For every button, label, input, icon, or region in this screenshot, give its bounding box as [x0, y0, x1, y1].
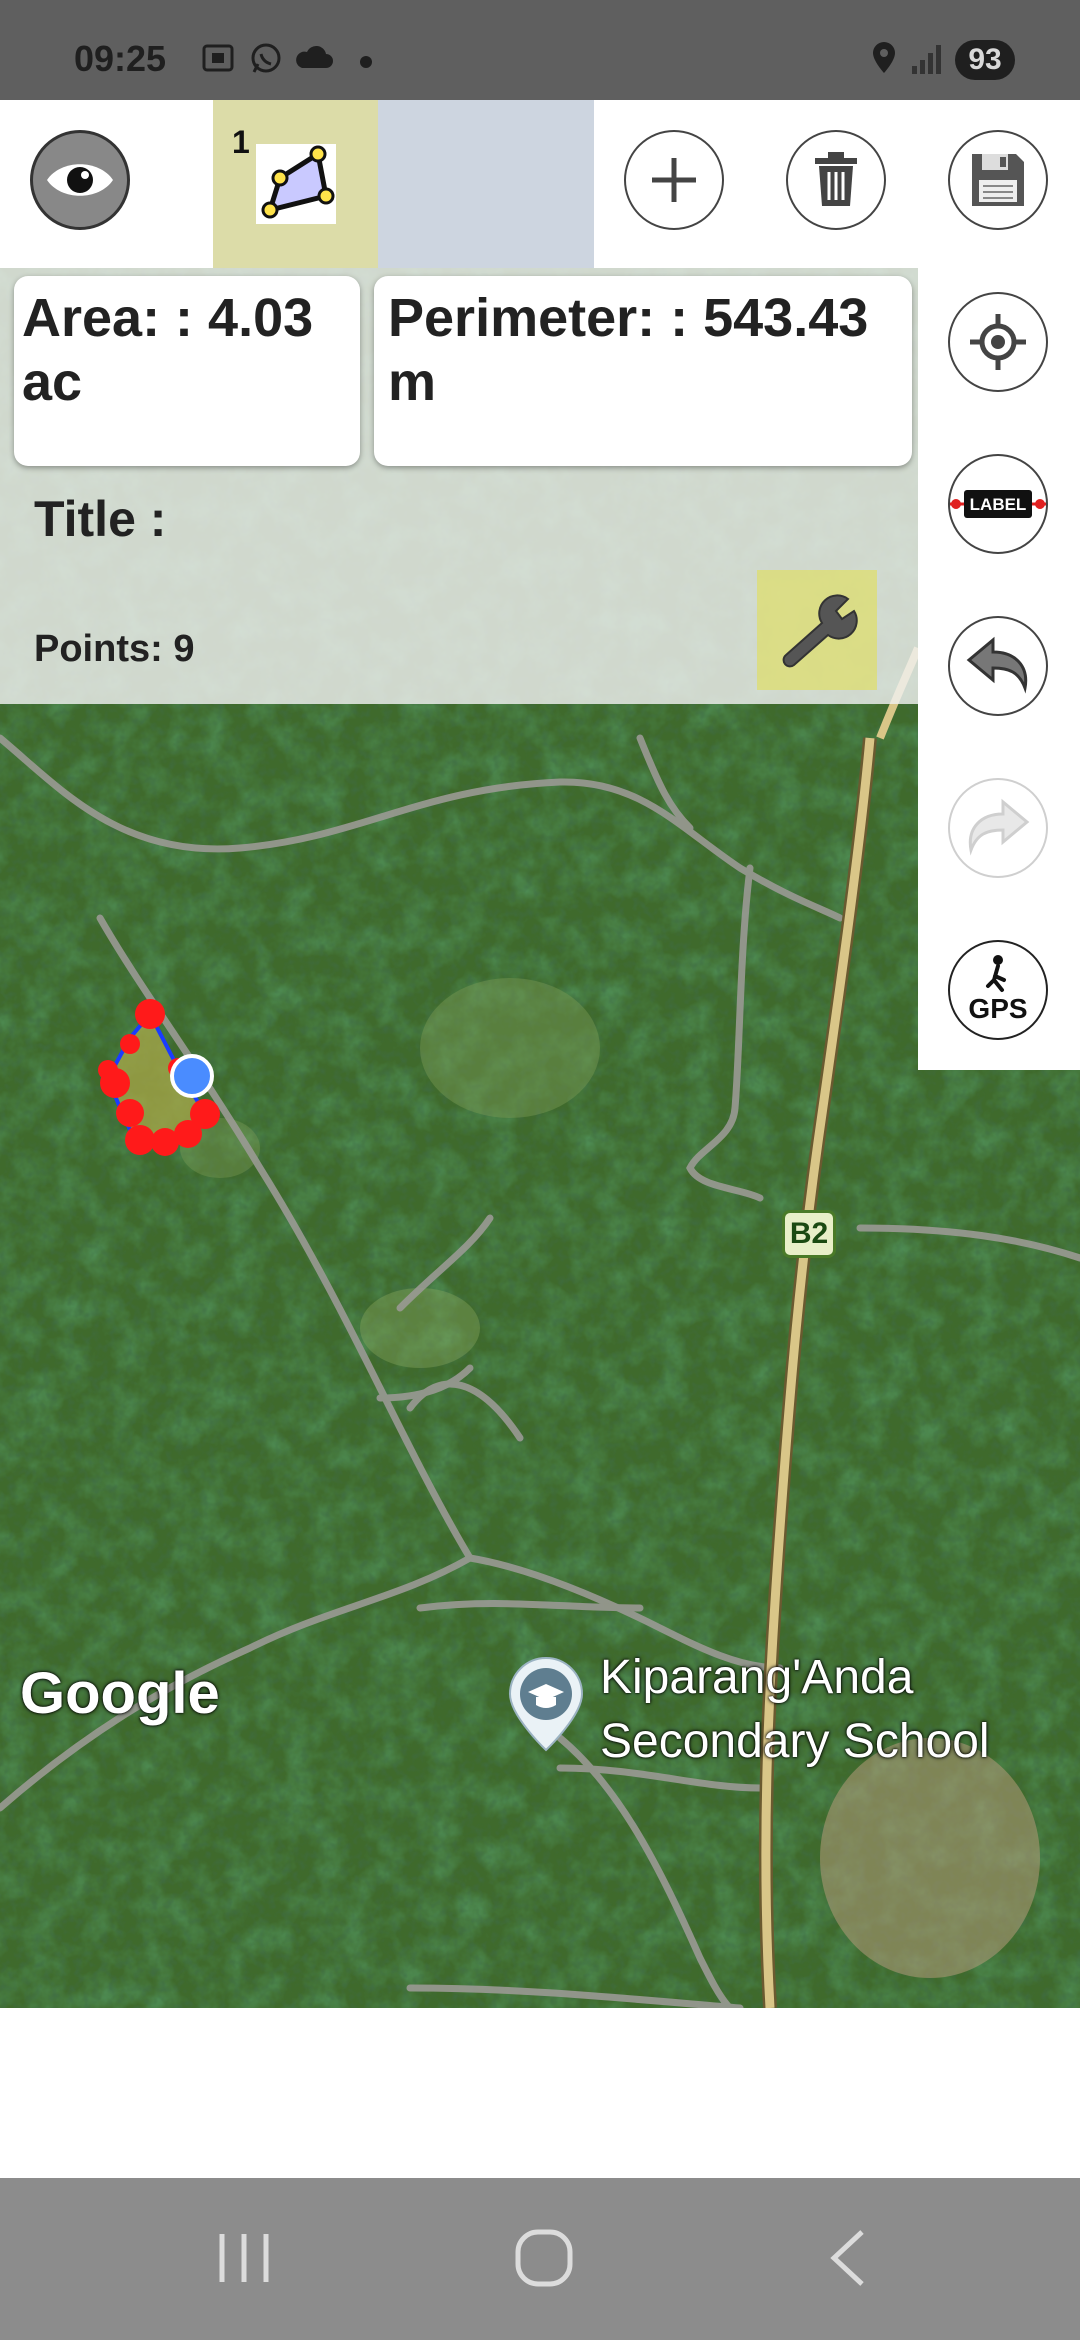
school-label-line1: Kiparang'Anda: [600, 1651, 914, 1704]
school-pin-icon[interactable]: [504, 1654, 588, 1759]
redo-button[interactable]: [948, 778, 1048, 878]
school-label: Kiparang'Anda Secondary School: [600, 1646, 990, 1774]
wrench-icon: [782, 594, 858, 668]
shape-tab-empty[interactable]: [378, 100, 594, 268]
back-icon[interactable]: [826, 2228, 870, 2288]
gps-button[interactable]: GPS: [948, 940, 1048, 1040]
save-icon: [972, 154, 1024, 206]
plus-icon: [652, 158, 696, 202]
signal-icon: [912, 45, 941, 74]
perimeter-card: Perimeter: : 543.43 m: [374, 276, 912, 466]
label-icon: LABEL: [950, 490, 1046, 518]
gps-icon-text: GPS: [968, 993, 1027, 1024]
school-label-line2: Secondary School: [600, 1715, 990, 1768]
battery-indicator: 93: [955, 40, 1015, 80]
visibility-toggle-button[interactable]: [30, 130, 130, 230]
screenshot-icon: [202, 44, 234, 72]
system-nav-bar: [0, 2178, 1080, 2340]
area-unit: ac: [22, 352, 83, 412]
add-button[interactable]: [624, 130, 724, 230]
locate-button[interactable]: [948, 292, 1048, 392]
current-location-dot: [170, 1054, 214, 1098]
area-value: Area: : 4.03: [22, 288, 314, 348]
polygon-thumbnail: [256, 144, 336, 224]
dot-icon: [360, 56, 372, 68]
points-count: Points: 9: [34, 628, 195, 670]
locate-icon: [970, 314, 1026, 370]
location-icon: [873, 42, 895, 73]
home-icon[interactable]: [514, 2228, 574, 2288]
shape-count: 1: [232, 124, 250, 160]
trash-icon: [815, 152, 857, 206]
cloud-icon: [296, 45, 333, 68]
undo-icon: [966, 636, 1028, 694]
undo-button[interactable]: [948, 616, 1048, 716]
status-time: 09:25: [74, 38, 167, 79]
road-badge: B2: [782, 1210, 836, 1258]
perimeter-unit: m: [388, 352, 437, 412]
title-label[interactable]: Title :: [34, 490, 166, 548]
recent-apps-icon[interactable]: [216, 2228, 272, 2288]
status-bar: 09:25 93: [0, 0, 1080, 100]
delete-button[interactable]: [786, 130, 886, 230]
google-attribution: Google: [20, 1661, 220, 1726]
polygon-shape-icon: [261, 145, 335, 219]
eye-icon: [47, 164, 113, 196]
gps-icon: GPS: [968, 955, 1028, 1024]
redo-icon: [968, 798, 1030, 856]
perimeter-value: Perimeter: : 543.43: [388, 288, 869, 348]
settings-wrench-button[interactable]: [757, 570, 877, 690]
whatsapp-icon: [251, 43, 281, 73]
label-button[interactable]: LABEL: [948, 454, 1048, 554]
area-card: Area: : 4.03 ac: [14, 276, 360, 466]
label-icon-text: LABEL: [970, 495, 1027, 514]
save-button[interactable]: [948, 130, 1048, 230]
